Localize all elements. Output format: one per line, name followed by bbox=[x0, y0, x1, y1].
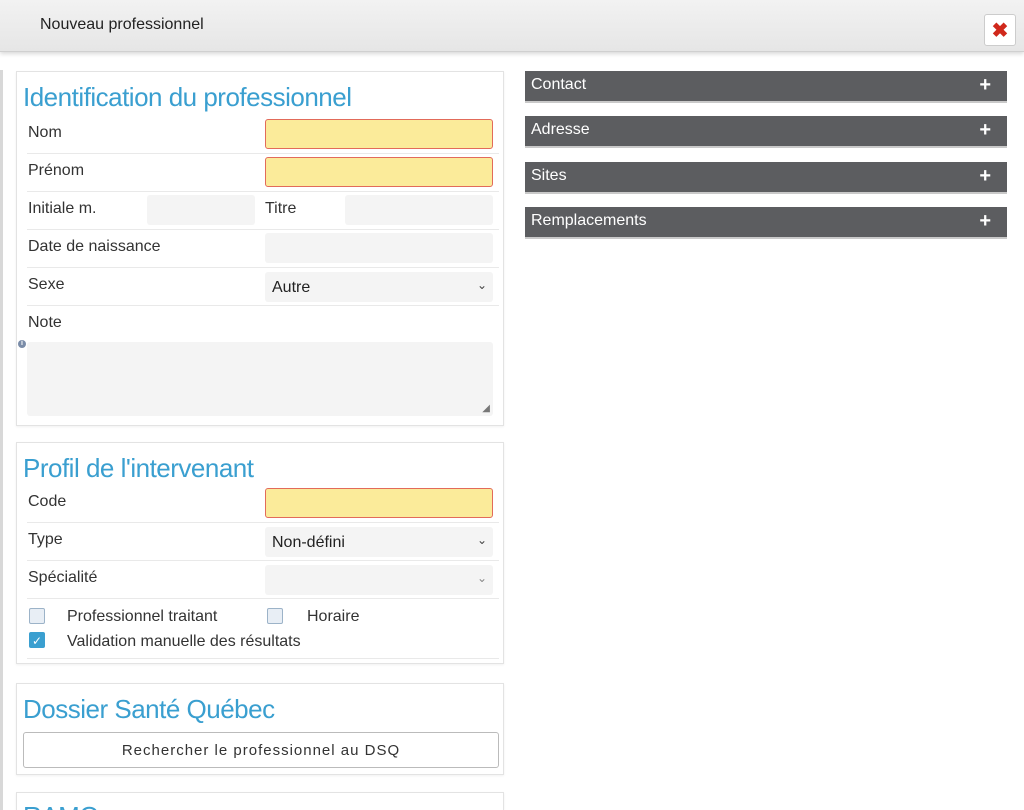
naissance-input[interactable] bbox=[265, 233, 493, 263]
close-button[interactable]: ✖ bbox=[984, 14, 1016, 46]
plus-icon: + bbox=[979, 119, 991, 141]
accordion-adresse[interactable]: Adresse + bbox=[525, 116, 1007, 148]
code-input[interactable] bbox=[265, 488, 493, 518]
note-textarea[interactable]: ◢ bbox=[27, 342, 493, 416]
nom-label: Nom bbox=[28, 124, 62, 141]
type-label: Type bbox=[28, 531, 63, 548]
prenom-input[interactable] bbox=[265, 157, 493, 187]
note-label: Note bbox=[28, 314, 62, 331]
row-nom: Nom bbox=[27, 116, 499, 154]
specialite-select[interactable]: ⌄ bbox=[265, 565, 493, 595]
search-dsq-button[interactable]: Rechercher le professionnel au DSQ bbox=[23, 732, 499, 768]
row-checkboxes: Professionnel traitant Horaire ✓ Validat… bbox=[27, 599, 499, 659]
plus-icon: + bbox=[979, 74, 991, 96]
prenom-label: Prénom bbox=[28, 162, 85, 179]
ramq-panel: RAMQ bbox=[16, 792, 504, 810]
row-sexe: Sexe Autre ⌄ bbox=[27, 268, 499, 306]
plus-icon: + bbox=[979, 165, 991, 187]
traitant-checkbox[interactable] bbox=[29, 608, 45, 624]
chevron-down-icon: ⌄ bbox=[476, 571, 487, 585]
chevron-down-icon: ⌄ bbox=[476, 278, 487, 292]
row-type: Type Non-défini ⌄ bbox=[27, 523, 499, 561]
row-initiale-titre: Initiale m. Titre bbox=[27, 192, 499, 230]
row-prenom: Prénom bbox=[27, 154, 499, 192]
accordion-label: Remplacements bbox=[531, 212, 647, 229]
dsq-title: Dossier Santé Québec bbox=[23, 694, 275, 724]
row-note: Note bbox=[27, 306, 499, 344]
check-icon: ✓ bbox=[31, 634, 43, 648]
row-specialite: Spécialité ⌄ bbox=[27, 561, 499, 599]
accordion-remplacements[interactable]: Remplacements + bbox=[525, 207, 1007, 239]
horaire-checkbox[interactable] bbox=[267, 608, 283, 624]
row-code: Code bbox=[27, 485, 499, 523]
accordion-label: Adresse bbox=[531, 121, 590, 138]
profil-title: Profil de l'intervenant bbox=[23, 453, 254, 483]
left-edge-divider bbox=[0, 70, 3, 810]
info-icon: i bbox=[18, 340, 26, 348]
validation-label: Validation manuelle des résultats bbox=[67, 633, 301, 650]
sexe-label: Sexe bbox=[28, 276, 65, 293]
dialog-title: Nouveau professionnel bbox=[40, 16, 204, 33]
close-icon: ✖ bbox=[991, 19, 1009, 42]
initiale-input[interactable] bbox=[147, 195, 255, 225]
titre-input[interactable] bbox=[345, 195, 493, 225]
sexe-select-value: Autre bbox=[272, 279, 311, 296]
identification-panel: Identification du professionnel Nom Prén… bbox=[16, 71, 504, 426]
plus-icon: + bbox=[979, 210, 991, 232]
accordion-label: Contact bbox=[531, 76, 587, 93]
accordion-sites[interactable]: Sites + bbox=[525, 162, 1007, 194]
identification-title: Identification du professionnel bbox=[23, 82, 352, 112]
resize-handle-icon[interactable]: ◢ bbox=[482, 403, 490, 414]
dsq-panel: Dossier Santé Québec Rechercher le profe… bbox=[16, 683, 504, 775]
chevron-down-icon: ⌄ bbox=[476, 533, 487, 547]
naissance-label: Date de naissance bbox=[28, 238, 161, 255]
validation-checkbox[interactable]: ✓ bbox=[29, 632, 45, 648]
horaire-label: Horaire bbox=[307, 608, 360, 625]
accordion-label: Sites bbox=[531, 167, 567, 184]
type-select[interactable]: Non-défini ⌄ bbox=[265, 527, 493, 557]
titre-label: Titre bbox=[265, 200, 297, 217]
initiale-label: Initiale m. bbox=[28, 200, 97, 217]
ramq-title: RAMQ bbox=[23, 801, 100, 810]
accordion-contact[interactable]: Contact + bbox=[525, 71, 1007, 103]
traitant-label: Professionnel traitant bbox=[67, 608, 218, 625]
nom-input[interactable] bbox=[265, 119, 493, 149]
sexe-select[interactable]: Autre ⌄ bbox=[265, 272, 493, 302]
code-label: Code bbox=[28, 493, 67, 510]
profil-panel: Profil de l'intervenant Code Type Non-dé… bbox=[16, 442, 504, 664]
type-select-value: Non-défini bbox=[272, 534, 345, 551]
specialite-label: Spécialité bbox=[28, 569, 98, 586]
row-naissance: Date de naissance bbox=[27, 230, 499, 268]
dialog-titlebar: Nouveau professionnel ✖ bbox=[0, 0, 1024, 52]
